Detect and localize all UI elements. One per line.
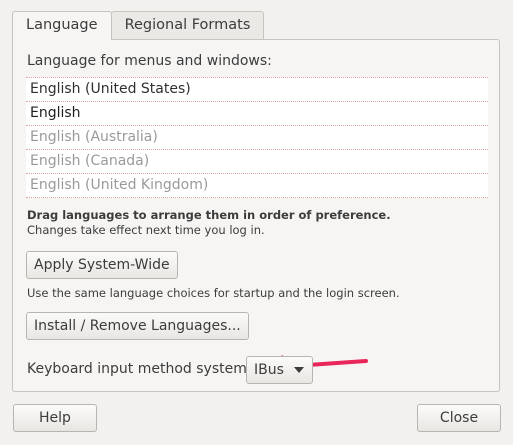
drag-hint-note: Changes take effect next time you log in… [27, 223, 265, 237]
language-list[interactable]: English (United States) English English … [26, 77, 488, 198]
apply-system-wide-button[interactable]: Apply System-Wide [26, 251, 178, 279]
language-item-english[interactable]: English [26, 102, 488, 126]
close-button[interactable]: Close [417, 404, 501, 432]
keyboard-input-method-select[interactable]: IBus [246, 356, 313, 384]
drag-hint: Drag languages to arrange them in order … [27, 208, 391, 238]
drag-hint-bold: Drag languages to arrange them in order … [27, 208, 391, 222]
language-item-english-us[interactable]: English (United States) [26, 78, 488, 102]
dropdown-arrow-icon [293, 367, 304, 373]
tab-bar: Language Regional Formats [12, 11, 265, 40]
language-item-english-australia[interactable]: English (Australia) [26, 126, 488, 150]
keyboard-input-label: Keyboard input method system: [27, 361, 252, 377]
language-panel: Language for menus and windows: English … [12, 39, 500, 392]
language-item-english-uk[interactable]: English (United Kingdom) [26, 174, 488, 198]
keyboard-input-method-value: IBus [254, 362, 284, 378]
language-item-english-canada[interactable]: English (Canada) [26, 150, 488, 174]
tab-language[interactable]: Language [12, 11, 112, 40]
help-button[interactable]: Help [13, 404, 97, 432]
apply-description: Use the same language choices for startu… [27, 286, 400, 300]
tab-regional-formats[interactable]: Regional Formats [110, 11, 265, 40]
install-remove-languages-button[interactable]: Install / Remove Languages... [26, 312, 249, 340]
language-section-heading: Language for menus and windows: [27, 53, 272, 69]
